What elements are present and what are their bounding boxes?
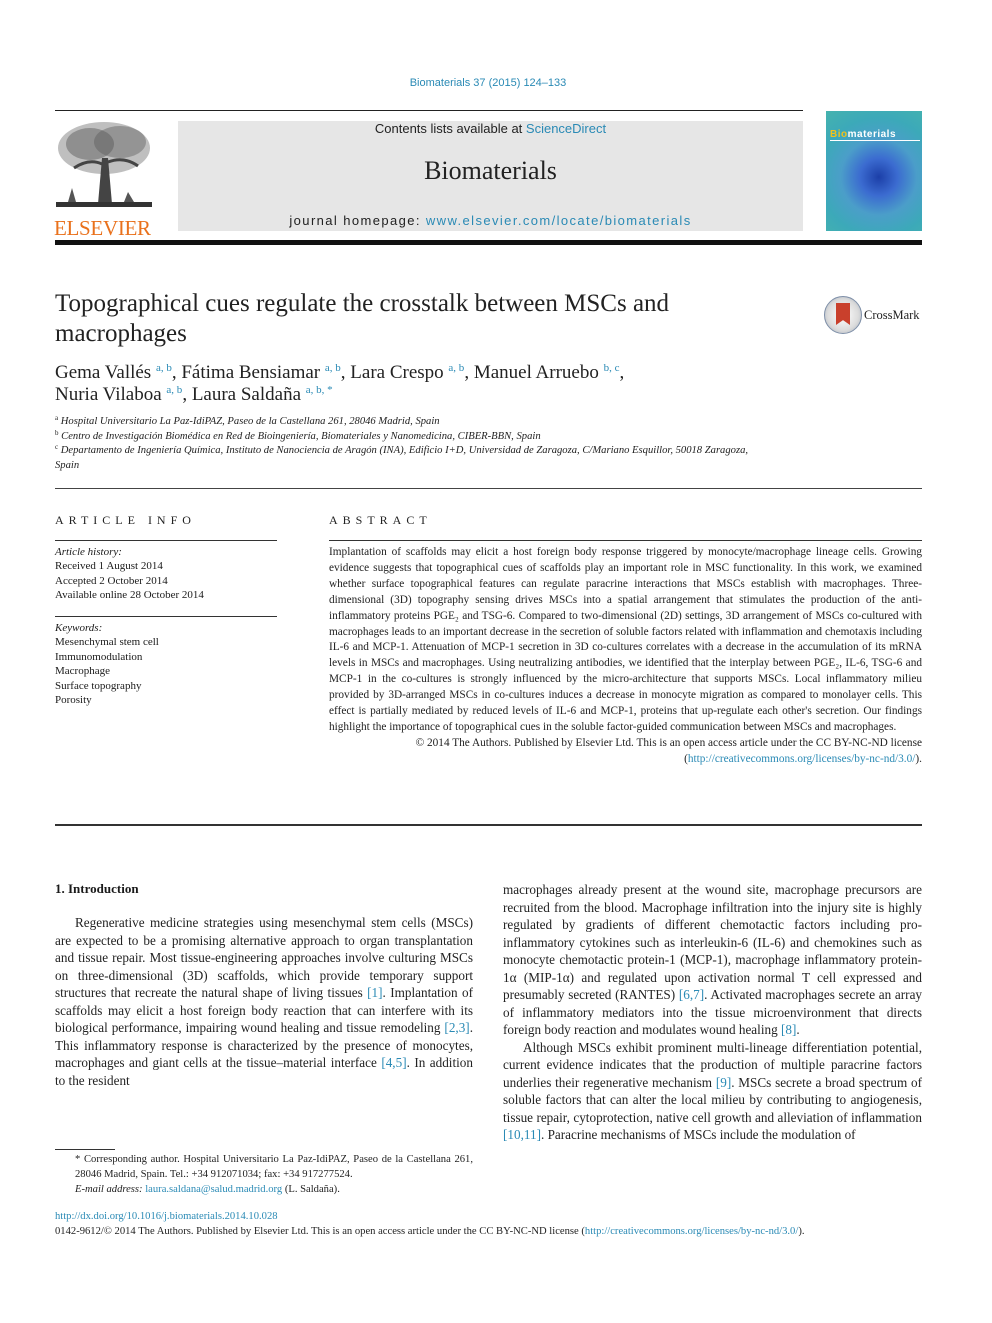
keywords: Keywords: Mesenchymal stem cell Immunomo… xyxy=(55,621,277,707)
abstract-body: Implantation of scaffolds may elicit a h… xyxy=(329,545,922,768)
citation-link[interactable]: [2,3] xyxy=(444,1020,469,1035)
keyword: Immunomodulation xyxy=(55,650,143,663)
history-label: Article history: xyxy=(55,546,122,558)
citation-link[interactable]: [6,7] xyxy=(679,987,704,1002)
license-link[interactable]: http://creativecommons.org/licenses/by-n… xyxy=(688,753,916,765)
homepage-link[interactable]: www.elsevier.com/locate/biomaterials xyxy=(426,213,692,228)
journal-homepage: journal homepage: www.elsevier.com/locat… xyxy=(178,213,803,228)
author-list: Gema Vallés a, b, Fátima Bensiamar a, b,… xyxy=(55,362,625,405)
affiliation: b Centro de Investigación Biomédica en R… xyxy=(55,428,541,442)
contents-prefix: Contents lists available at xyxy=(374,121,526,136)
footnote-rule xyxy=(55,1149,115,1150)
divider xyxy=(55,488,922,489)
body-right-column: macrophages already present at the wound… xyxy=(503,881,922,1144)
cover-title: Biomaterials xyxy=(830,129,920,141)
body-left-column: 1. Introduction Regenerative medicine st… xyxy=(55,881,473,1089)
author[interactable]: Fátima Bensiamar a, b xyxy=(181,362,340,383)
divider xyxy=(55,616,277,617)
license-link[interactable]: http://creativecommons.org/licenses/by-n… xyxy=(585,1226,798,1237)
paragraph: macrophages already present at the wound… xyxy=(503,882,923,1037)
affiliation: a Hospital Universitario La Paz-IdiPAZ, … xyxy=(55,414,440,428)
affiliations: a Hospital Universitario La Paz-IdiPAZ, … xyxy=(55,415,755,473)
divider xyxy=(55,824,922,826)
divider xyxy=(55,540,277,541)
author[interactable]: Lara Crespo a, b xyxy=(350,362,464,383)
affiliation: c Departamento de Ingeniería Química, In… xyxy=(55,443,749,471)
citation-link[interactable]: [8] xyxy=(781,1022,796,1037)
citation-link[interactable]: [1] xyxy=(367,985,382,1000)
divider xyxy=(329,540,922,541)
doi-link[interactable]: http://dx.doi.org/10.1016/j.biomaterials… xyxy=(55,1211,278,1222)
citation-link[interactable]: [9] xyxy=(716,1075,731,1090)
email-line: E-mail address: laura.saldana@salud.madr… xyxy=(75,1184,340,1195)
keyword: Macrophage xyxy=(55,665,110,678)
crossmark-badge[interactable]: CrossMark xyxy=(824,296,934,336)
online-date: Available online 28 October 2014 xyxy=(55,588,204,601)
journal-name: Biomaterials xyxy=(424,156,557,185)
article-info-heading: ARTICLE INFO xyxy=(55,513,196,527)
journal-cover-image[interactable]: Biomaterials xyxy=(826,111,922,231)
abstract-text: Implantation of scaffolds may elicit a h… xyxy=(329,546,922,733)
section-heading: 1. Introduction xyxy=(55,881,139,896)
accepted-date: Accepted 2 October 2014 xyxy=(55,574,168,587)
elsevier-logo[interactable]: ELSEVIER xyxy=(54,118,156,239)
keywords-label: Keywords: xyxy=(55,622,103,634)
header-rule xyxy=(55,110,803,111)
issn-line: 0142-9612/© 2014 The Authors. Published … xyxy=(55,1226,805,1237)
citation-link[interactable]: [10,11] xyxy=(503,1127,541,1142)
sciencedirect-link[interactable]: ScienceDirect xyxy=(526,121,606,136)
crossmark-label: CrossMark xyxy=(864,308,920,322)
email-link[interactable]: laura.saldana@salud.madrid.org xyxy=(145,1184,282,1195)
received-date: Received 1 August 2014 xyxy=(55,560,163,573)
crossmark-icon xyxy=(824,296,862,334)
elsevier-tree-icon xyxy=(54,118,154,210)
corresponding-author-note: * Corresponding author. Hospital Univers… xyxy=(75,1154,473,1180)
keyword: Porosity xyxy=(55,694,92,707)
author[interactable]: Laura Saldaña a, b, * xyxy=(192,384,333,405)
article-title: Topographical cues regulate the crosstal… xyxy=(55,290,670,347)
elsevier-wordmark: ELSEVIER xyxy=(54,216,151,240)
abstract-heading: ABSTRACT xyxy=(329,513,432,527)
author[interactable]: Manuel Arruebo b, c xyxy=(474,362,620,383)
keyword: Mesenchymal stem cell xyxy=(55,636,159,649)
homepage-prefix: journal homepage: xyxy=(289,213,426,228)
keyword: Surface topography xyxy=(55,679,142,692)
journal-reference[interactable]: Biomaterials 37 (2015) 124–133 xyxy=(0,77,976,89)
contents-line: Contents lists available at ScienceDirec… xyxy=(178,121,803,136)
footnote: * Corresponding author. Hospital Univers… xyxy=(55,1152,473,1197)
author[interactable]: Nuria Vilaboa a, b xyxy=(55,384,182,405)
header-thick-rule xyxy=(55,240,922,245)
paragraph: Although MSCs exhibit prominent multi-li… xyxy=(503,1039,922,1143)
paragraph: Regenerative medicine strategies using m… xyxy=(55,915,474,1088)
cover-title-rest: materials xyxy=(847,129,897,140)
abstract-copyright: © 2014 The Authors. Published by Elsevie… xyxy=(415,736,922,765)
article-history: Article history: Received 1 August 2014 … xyxy=(55,545,277,602)
citation-link[interactable]: [4,5] xyxy=(381,1055,406,1070)
author[interactable]: Gema Vallés a, b xyxy=(55,362,172,383)
cover-title-highlight: Bio xyxy=(830,129,848,140)
